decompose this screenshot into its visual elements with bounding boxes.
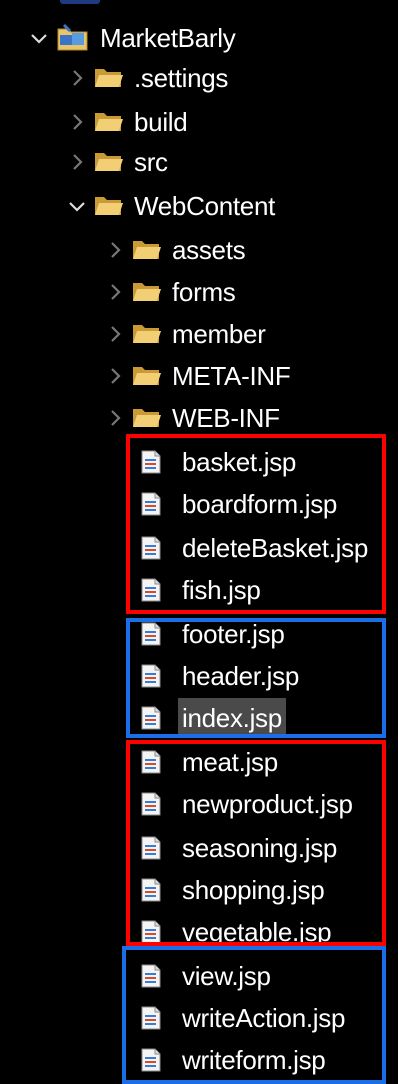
tree-item-folder[interactable]: forms bbox=[104, 272, 236, 312]
chevron-right-icon[interactable] bbox=[104, 239, 126, 261]
tree-item-file[interactable]: view.jsp bbox=[140, 956, 271, 996]
jsp-file-icon bbox=[140, 664, 162, 688]
file-label: vegetable.jsp bbox=[182, 917, 332, 947]
tree-item-folder[interactable]: .settings bbox=[66, 58, 228, 98]
jsp-file-icon bbox=[140, 750, 162, 774]
tree-item-folder[interactable]: WEB-INF bbox=[104, 398, 280, 438]
folder-label: assets bbox=[172, 235, 246, 265]
chevron-right-icon[interactable] bbox=[66, 151, 88, 173]
tree-item-file[interactable]: newproduct.jsp bbox=[140, 784, 353, 824]
folder-icon bbox=[94, 150, 124, 174]
tree-item-file[interactable]: writeAction.jsp bbox=[140, 998, 345, 1038]
file-label: newproduct.jsp bbox=[182, 789, 353, 819]
chevron-right-icon[interactable] bbox=[104, 407, 126, 429]
tree-item-file-selected[interactable]: index.jsp bbox=[140, 698, 286, 738]
file-label: footer.jsp bbox=[182, 619, 285, 649]
jsp-file-icon bbox=[140, 492, 162, 516]
folder-label: WebContent bbox=[134, 191, 276, 221]
jsp-file-icon bbox=[140, 578, 162, 602]
tree-item-file[interactable]: header.jsp bbox=[140, 656, 299, 696]
folder-icon bbox=[132, 238, 162, 262]
file-label: index.jsp bbox=[178, 698, 286, 738]
tree-item-folder[interactable]: build bbox=[66, 102, 188, 142]
tree-item-file[interactable]: meat.jsp bbox=[140, 742, 278, 782]
project-icon bbox=[56, 23, 90, 53]
folder-label: build bbox=[134, 107, 188, 137]
tree-item-file[interactable]: vegetable.jsp bbox=[140, 912, 332, 952]
file-label: writeform.jsp bbox=[182, 1045, 326, 1075]
chevron-right-icon[interactable] bbox=[104, 281, 126, 303]
tree-item-file[interactable]: shopping.jsp bbox=[140, 870, 325, 910]
tree-item-folder[interactable]: member bbox=[104, 314, 266, 354]
file-label: boardform.jsp bbox=[182, 489, 338, 519]
file-label: deleteBasket.jsp bbox=[182, 533, 368, 563]
tree-item-file[interactable]: deleteBasket.jsp bbox=[140, 528, 368, 568]
folder-icon bbox=[132, 280, 162, 304]
jsp-file-icon bbox=[140, 878, 162, 902]
jsp-file-icon bbox=[140, 964, 162, 988]
file-label: meat.jsp bbox=[182, 747, 278, 777]
folder-icon bbox=[132, 322, 162, 346]
jsp-file-icon bbox=[140, 622, 162, 646]
jsp-file-icon bbox=[140, 450, 162, 474]
project-explorer-tree: MarketBarly .settings build src WebConte… bbox=[0, 0, 398, 1084]
jsp-file-icon bbox=[140, 706, 162, 730]
chevron-right-icon[interactable] bbox=[66, 67, 88, 89]
folder-label: .settings bbox=[134, 63, 229, 93]
folder-icon bbox=[132, 406, 162, 430]
file-label: header.jsp bbox=[182, 661, 299, 691]
tree-item-file[interactable]: writeform.jsp bbox=[140, 1040, 326, 1080]
jsp-file-icon bbox=[140, 792, 162, 816]
tree-item-file[interactable]: footer.jsp bbox=[140, 614, 285, 654]
folder-label: src bbox=[134, 147, 168, 177]
chevron-down-icon[interactable] bbox=[66, 195, 88, 217]
jsp-file-icon bbox=[140, 536, 162, 560]
tree-item-folder[interactable]: src bbox=[66, 142, 168, 182]
tree-item-folder[interactable]: assets bbox=[104, 230, 246, 270]
folder-open-icon bbox=[94, 194, 124, 218]
file-label: shopping.jsp bbox=[182, 875, 325, 905]
tree-item-folder[interactable]: META-INF bbox=[104, 356, 291, 396]
tree-item-file[interactable]: boardform.jsp bbox=[140, 484, 337, 524]
chevron-right-icon[interactable] bbox=[66, 111, 88, 133]
jsp-file-icon bbox=[140, 1048, 162, 1072]
folder-label: WEB-INF bbox=[172, 403, 280, 433]
file-label: seasoning.jsp bbox=[182, 833, 338, 863]
previous-item-icon-fragment bbox=[60, 0, 100, 4]
jsp-file-icon bbox=[140, 920, 162, 944]
jsp-file-icon bbox=[140, 1006, 162, 1030]
tree-item-folder-webcontent[interactable]: WebContent bbox=[66, 186, 275, 226]
folder-label: META-INF bbox=[172, 361, 291, 391]
file-label: fish.jsp bbox=[182, 575, 261, 605]
tree-item-file[interactable]: basket.jsp bbox=[140, 442, 296, 482]
file-label: basket.jsp bbox=[182, 447, 297, 477]
folder-label: forms bbox=[172, 277, 236, 307]
chevron-right-icon[interactable] bbox=[104, 365, 126, 387]
tree-item-file[interactable]: seasoning.jsp bbox=[140, 828, 337, 868]
tree-item-project[interactable]: MarketBarly bbox=[28, 18, 236, 58]
folder-icon bbox=[94, 66, 124, 90]
chevron-right-icon[interactable] bbox=[104, 323, 126, 345]
jsp-file-icon bbox=[140, 836, 162, 860]
folder-icon bbox=[94, 110, 124, 134]
file-label: view.jsp bbox=[182, 961, 271, 991]
folder-icon bbox=[132, 364, 162, 388]
file-label: writeAction.jsp bbox=[182, 1003, 346, 1033]
folder-label: member bbox=[172, 319, 266, 349]
project-name: MarketBarly bbox=[100, 23, 236, 53]
chevron-down-icon[interactable] bbox=[28, 27, 50, 49]
tree-item-file[interactable]: fish.jsp bbox=[140, 570, 261, 610]
